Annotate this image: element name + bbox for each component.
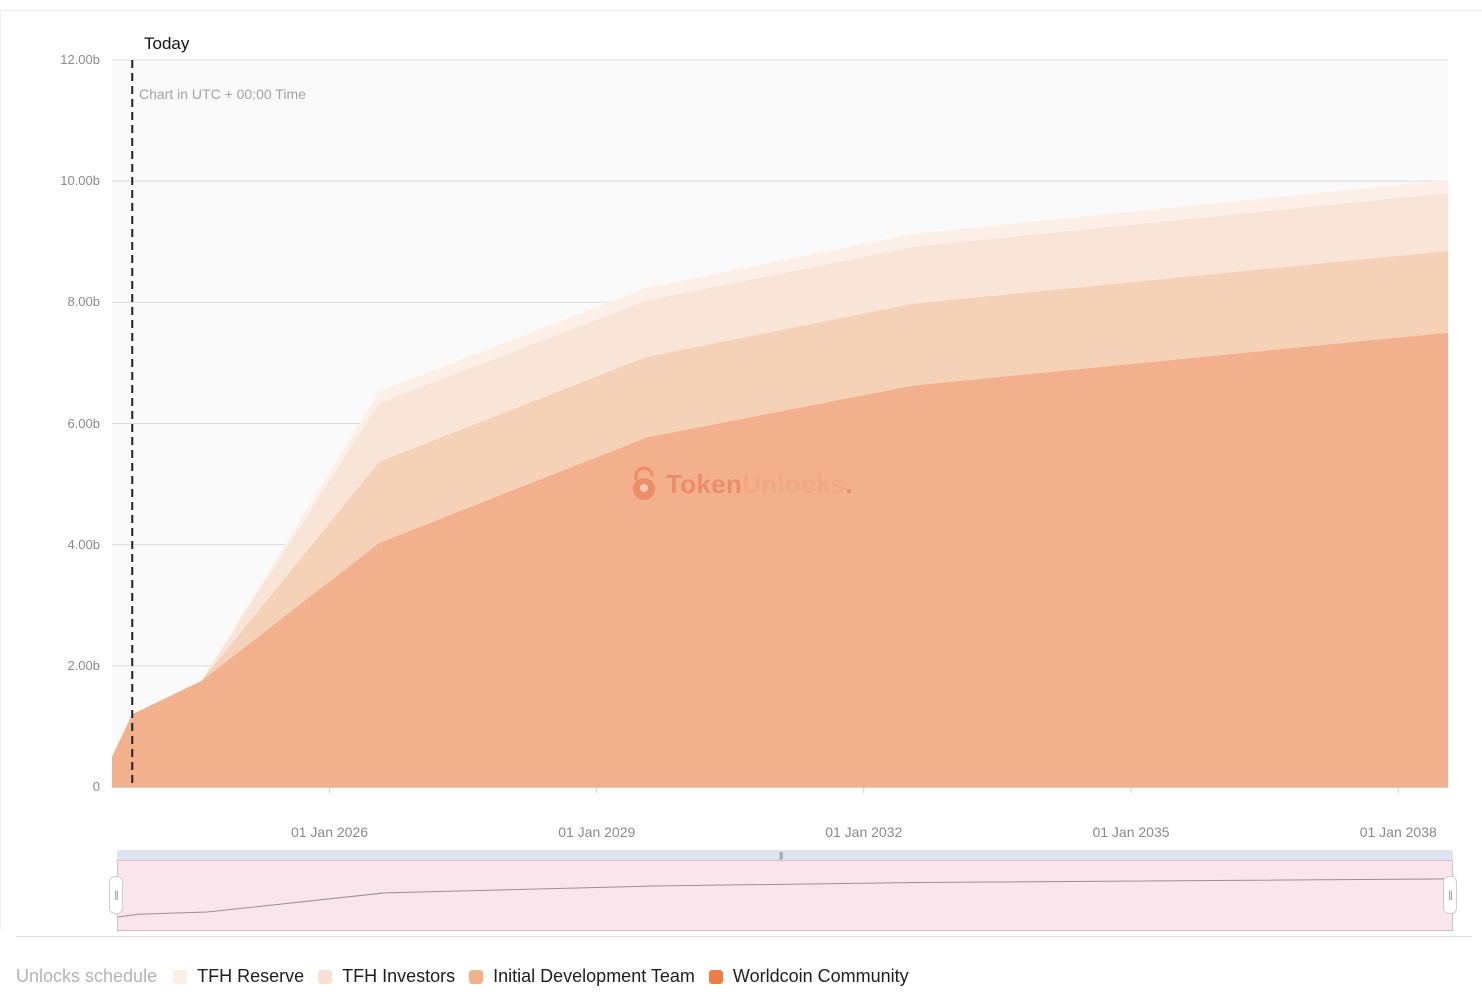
y-tick-label: 2.00b bbox=[67, 657, 100, 673]
y-tick-label: 0 bbox=[92, 779, 100, 794]
unlock-chart bbox=[112, 59, 1448, 793]
legend-item-tfh-investors[interactable]: TFH Investors bbox=[318, 966, 455, 987]
y-tick-label: 8.00b bbox=[67, 294, 100, 310]
x-tick-label: 01 Jan 2032 bbox=[825, 824, 903, 840]
legend-swatch bbox=[173, 969, 188, 984]
lock-icon bbox=[633, 466, 655, 500]
legend-item-tfh-reserve[interactable]: TFH Reserve bbox=[173, 966, 304, 987]
x-tick-label: 01 Jan 2035 bbox=[1092, 824, 1170, 840]
timezone-note: Chart in UTC + 00:00 Time bbox=[139, 86, 306, 102]
navigator-right-handle[interactable]: || bbox=[1443, 876, 1457, 914]
navigator-series-line bbox=[117, 878, 1453, 918]
y-tick-label: 10.00b bbox=[60, 173, 100, 189]
x-tick-label: 01 Jan 2029 bbox=[558, 824, 636, 840]
x-tick-label: 01 Jan 2026 bbox=[290, 824, 369, 840]
x-tick-label: 01 Jan 2038 bbox=[1359, 824, 1437, 840]
navigator-selection-window[interactable] bbox=[117, 860, 1453, 931]
legend-label: Worldcoin Community bbox=[732, 966, 909, 986]
legend-swatch bbox=[469, 969, 484, 984]
range-navigator[interactable]: ||| || || bbox=[109, 850, 1457, 931]
navigator-left-handle[interactable]: || bbox=[109, 876, 123, 914]
scrollbar-grip-icon[interactable]: ||| bbox=[779, 851, 783, 860]
legend-item-initial-development-team[interactable]: Initial Development Team bbox=[469, 966, 695, 987]
x-axis bbox=[112, 787, 1448, 793]
legend: Unlocks schedule TFH Reserve TFH Investo… bbox=[16, 966, 923, 987]
legend-divider bbox=[16, 936, 1472, 937]
y-tick-label: 6.00b bbox=[67, 415, 100, 431]
legend-label: Initial Development Team bbox=[493, 966, 695, 986]
legend-swatch bbox=[708, 969, 723, 984]
legend-title: Unlocks schedule bbox=[16, 966, 158, 986]
y-tick-label: 12.00b bbox=[60, 52, 100, 67]
today-label: Today bbox=[144, 34, 190, 53]
legend-item-worldcoin-community[interactable]: Worldcoin Community bbox=[708, 966, 909, 987]
navigator-scrollbar[interactable]: ||| bbox=[117, 850, 1453, 860]
legend-swatch bbox=[318, 969, 333, 984]
y-tick-label: 4.00b bbox=[67, 536, 100, 552]
legend-label: TFH Reserve bbox=[197, 966, 305, 986]
watermark: Token Unlocks. bbox=[630, 466, 853, 502]
legend-label: TFH Investors bbox=[342, 966, 456, 986]
